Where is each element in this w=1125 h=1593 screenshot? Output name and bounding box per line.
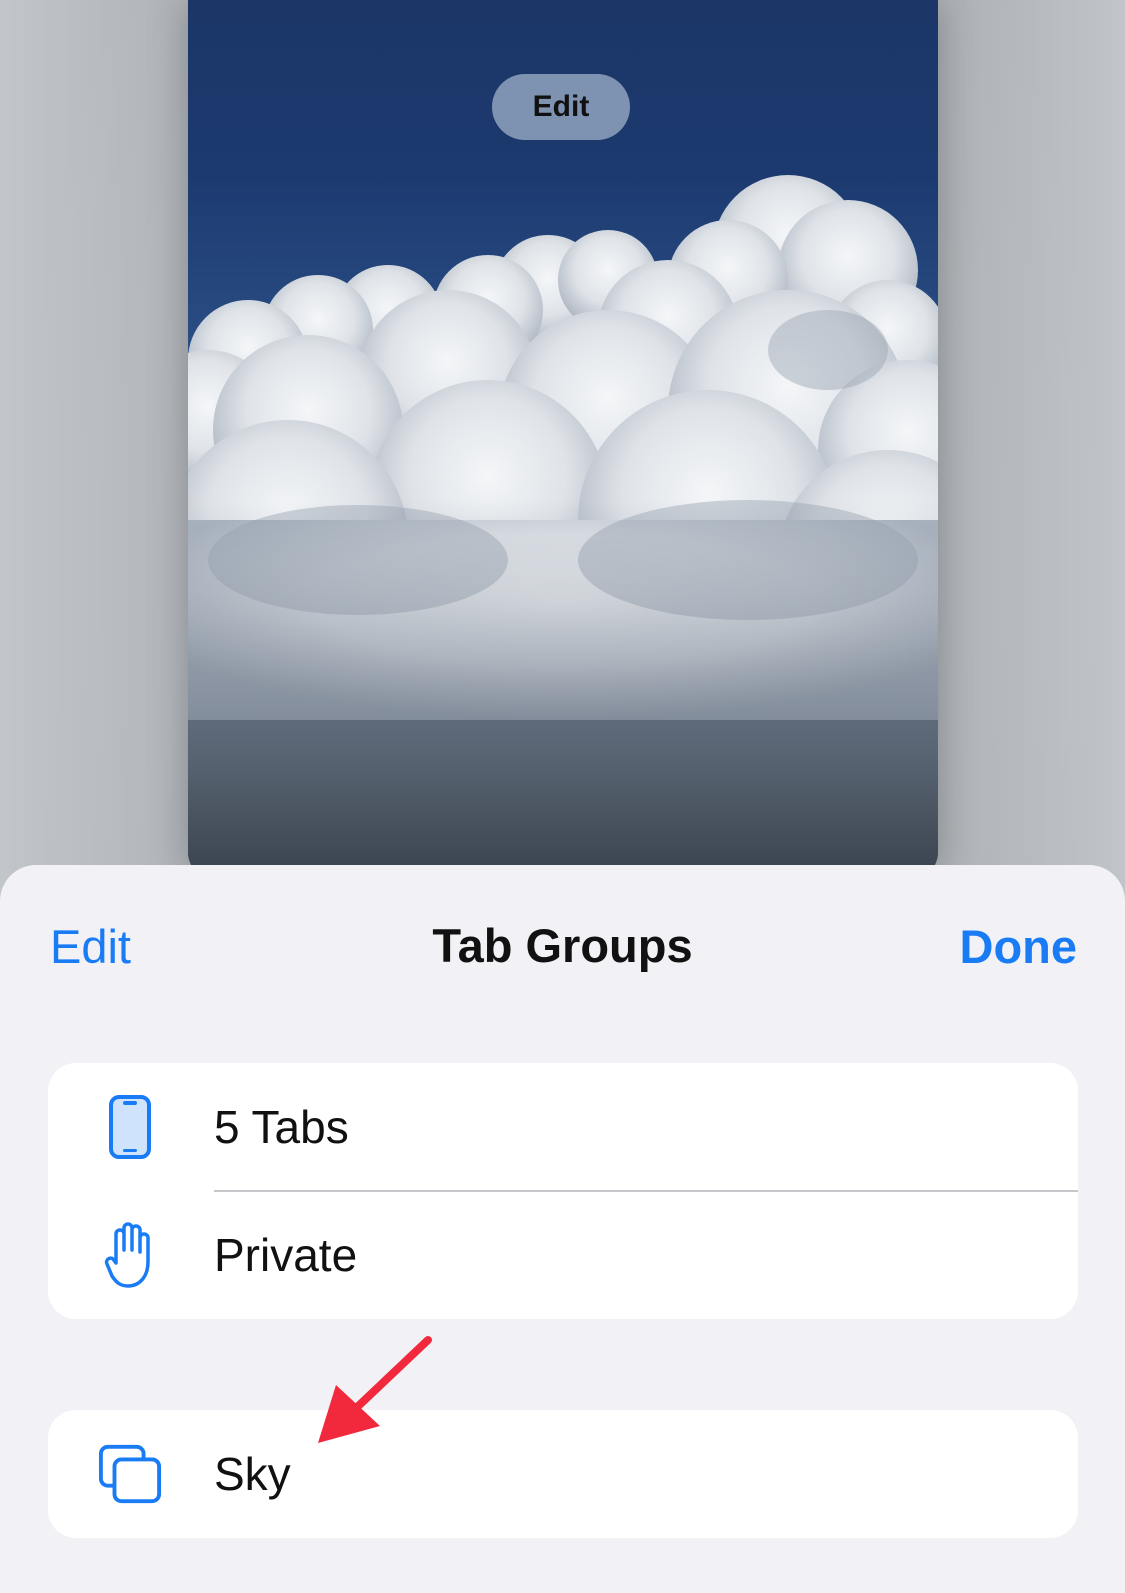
tab-group-label: Private — [214, 1229, 358, 1281]
tab-groups-list-default: 5 Tabs Private — [48, 1063, 1078, 1319]
tab-group-row-tabs[interactable]: 5 Tabs — [48, 1063, 1078, 1192]
sheet-title: Tab Groups — [432, 919, 693, 972]
tab-preview-card[interactable]: Edit — [188, 0, 938, 880]
hand-icon — [98, 1219, 162, 1291]
sheet-header: Edit Tab Groups Done — [0, 865, 1125, 1035]
tab-group-icon — [98, 1438, 162, 1510]
tab-groups-sheet: Edit Tab Groups Done 5 Tabs Private Sky — [0, 865, 1125, 1593]
done-button[interactable]: Done — [960, 923, 1078, 970]
tab-group-label: 5 Tabs — [214, 1101, 349, 1153]
iphone-icon — [98, 1091, 162, 1163]
tab-groups-list-custom: Sky — [48, 1410, 1078, 1538]
preview-edit-button[interactable]: Edit — [492, 74, 630, 140]
tab-group-row-private[interactable]: Private — [48, 1191, 1078, 1319]
tab-group-label: Sky — [214, 1448, 291, 1500]
tab-group-row-sky[interactable]: Sky — [48, 1410, 1078, 1538]
